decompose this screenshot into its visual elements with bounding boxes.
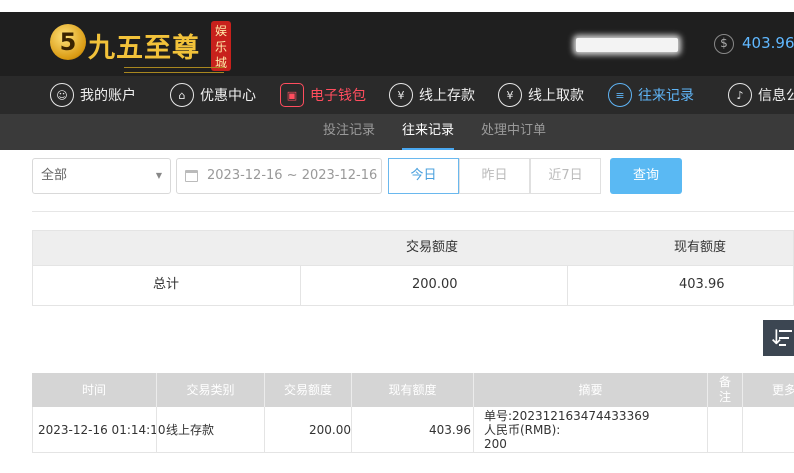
summary-amount: 200.00 (412, 277, 458, 292)
nav-label: 往来记录 (638, 88, 694, 104)
col-type: 交易类别 (186, 383, 235, 397)
nav-label: 电子钱包 (310, 88, 366, 104)
caret-down-icon: ▼ (155, 171, 162, 180)
sub-nav: 投注记录 往来记录 处理中订单 (0, 114, 794, 150)
nav-item-promo[interactable]: ⌂ 优惠中心 (170, 76, 256, 114)
brand-logo[interactable]: 5 九五至尊 娱乐城 (48, 18, 238, 76)
nav-label: 线上存款 (419, 88, 475, 104)
brand-seal: 娱乐城 (211, 21, 231, 71)
summary-header: 交易额度 现有额度 (32, 230, 794, 266)
row-type: 线上存款 (166, 423, 215, 437)
user-icon: ☺ (50, 83, 74, 107)
row-time: 2023-12-16 01:14:10 (38, 423, 166, 437)
bell-icon: ♪ (728, 83, 752, 107)
main-nav: ☺ 我的账户 ⌂ 优惠中心 ▣ 电子钱包 ¥ 线上存款 ¥ 线上取款 ≡ 往来记… (0, 76, 794, 114)
summary-order-no: 单号:202312163474433369 (484, 409, 650, 423)
summary-row: 总计 200.00 403.96 (32, 266, 794, 306)
col-time: 时间 (81, 383, 106, 397)
dollar-icon: $ (714, 34, 734, 54)
tab-bet-records[interactable]: 投注记录 (323, 114, 375, 150)
query-button[interactable]: 查询 (610, 158, 682, 194)
nav-item-wallet[interactable]: ▣ 电子钱包 (280, 76, 366, 114)
records-icon: ≡ (608, 83, 632, 107)
nav-item-deposit[interactable]: ¥ 线上存款 (389, 76, 475, 114)
summary-header-balance: 现有额度 (674, 240, 727, 255)
column-divider (567, 266, 568, 305)
withdraw-icon: ¥ (498, 83, 522, 107)
col-more: 更多 (772, 383, 794, 397)
summary-currency: 人民币(RMB): (484, 423, 561, 437)
calendar-icon (185, 170, 198, 182)
divider (32, 211, 794, 212)
type-select[interactable]: 全部 ▼ (32, 158, 171, 194)
sort-button[interactable]: ↓ (763, 320, 794, 356)
nav-item-withdraw[interactable]: ¥ 线上取款 (498, 76, 584, 114)
deposit-icon: ¥ (389, 83, 413, 107)
tab-pending-orders[interactable]: 处理中订单 (481, 114, 546, 150)
gift-icon: ⌂ (170, 83, 194, 107)
top-strip (0, 0, 794, 12)
summary-balance: 403.96 (679, 277, 725, 292)
col-summary: 摘要 (578, 383, 603, 397)
date-range-input[interactable]: 2023-12-16 ~ 2023-12-16 (176, 158, 382, 194)
today-button[interactable]: 今日 (388, 158, 459, 194)
brand-name: 九五至尊 (88, 33, 200, 64)
nav-label: 信息公 (758, 88, 794, 104)
last-7-days-button[interactable]: 近7日 (530, 158, 601, 194)
tab-transaction-records[interactable]: 往来记录 (402, 114, 455, 150)
nav-label: 优惠中心 (200, 88, 256, 104)
col-note: 备注 (719, 375, 732, 404)
row-summary: 单号:202312163474433369 人民币(RMB): 200 (484, 409, 649, 451)
nav-item-records[interactable]: ≡ 往来记录 (608, 76, 694, 114)
nav-item-messages[interactable]: ♪ 信息公 (728, 76, 794, 114)
type-select-value: 全部 (41, 168, 68, 183)
logo-ornament (124, 67, 224, 73)
col-amount: 交易额度 (283, 383, 332, 397)
col-balance: 现有额度 (388, 383, 437, 397)
summary-amount-value: 200 (484, 437, 507, 451)
wallet-icon: ▣ (280, 83, 304, 107)
username-redacted (576, 38, 678, 52)
column-divider (300, 266, 301, 305)
nav-item-account[interactable]: ☺ 我的账户 (50, 76, 136, 114)
logo-badge: 5 (50, 24, 86, 60)
row-amount: 200.00 (309, 423, 351, 437)
nav-label: 我的账户 (80, 88, 136, 104)
date-range-value: 2023-12-16 ~ 2023-12-16 (207, 168, 378, 183)
summary-label: 总计 (153, 277, 180, 292)
row-balance: 403.96 (429, 423, 471, 437)
nav-label: 线上取款 (528, 88, 584, 104)
summary-header-amount: 交易额度 (406, 240, 459, 255)
header: 5 九五至尊 娱乐城 $ 403.96 (0, 12, 794, 76)
account-balance: 403.96 (742, 34, 794, 52)
records-table-header: 时间 交易类别 交易额度 现有额度 摘要 备注 更多 (32, 373, 794, 407)
table-row[interactable]: 2023-12-16 01:14:10 线上存款 200.00 403.96 单… (32, 407, 794, 453)
yesterday-button[interactable]: 昨日 (459, 158, 530, 194)
